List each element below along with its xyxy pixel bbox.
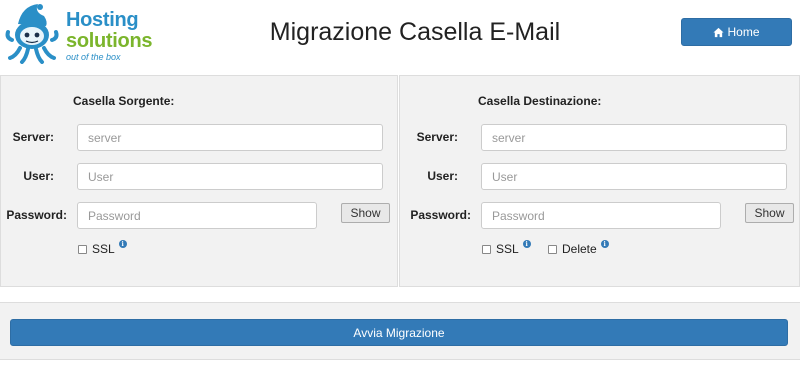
source-ssl-checkbox[interactable] xyxy=(78,244,87,254)
destination-ssl-checkbox[interactable] xyxy=(482,244,491,254)
destination-show-password-button[interactable]: Show xyxy=(745,203,794,223)
start-migration-button[interactable]: Avvia Migrazione xyxy=(10,319,788,346)
source-mailbox-panel: Casella Sorgente: Server: User: Password… xyxy=(0,75,398,287)
source-server-input[interactable] xyxy=(77,124,383,151)
source-show-password-button[interactable]: Show xyxy=(341,203,390,223)
destination-delete-label: Delete xyxy=(562,242,597,256)
destination-user-label: User: xyxy=(427,169,458,183)
source-password-label: Password: xyxy=(6,208,67,222)
destination-password-input[interactable] xyxy=(481,202,721,229)
destination-user-input[interactable] xyxy=(481,163,787,190)
home-button[interactable]: Home xyxy=(681,18,792,46)
page-title: Migrazione Casella E-Mail xyxy=(269,18,561,46)
source-user-label: User: xyxy=(23,169,54,183)
source-user-input[interactable] xyxy=(77,163,383,190)
destination-mailbox-panel: Casella Destinazione: Server: User: Pass… xyxy=(399,75,800,287)
info-icon[interactable]: i xyxy=(118,240,127,248)
logo-tagline: out of the box xyxy=(66,52,121,62)
destination-panel-title: Casella Destinazione: xyxy=(478,94,602,108)
destination-delete-option: Delete i xyxy=(548,240,609,256)
source-panel-title: Casella Sorgente: xyxy=(73,94,175,108)
home-button-label: Home xyxy=(727,25,760,39)
home-icon xyxy=(713,27,725,37)
destination-password-label: Password: xyxy=(410,208,471,222)
source-password-input[interactable] xyxy=(77,202,317,229)
source-ssl-label: SSL xyxy=(92,242,115,256)
source-server-label: Server: xyxy=(12,130,54,144)
action-bar: Avvia Migrazione xyxy=(0,302,800,360)
destination-delete-checkbox[interactable] xyxy=(548,244,557,254)
destination-server-label: Server: xyxy=(416,130,458,144)
info-icon[interactable]: i xyxy=(522,240,531,248)
destination-ssl-label: SSL xyxy=(496,242,519,256)
source-ssl-option: SSL i xyxy=(78,240,127,256)
destination-ssl-option: SSL i xyxy=(482,240,531,256)
destination-server-input[interactable] xyxy=(481,124,787,151)
info-icon[interactable]: i xyxy=(600,240,609,248)
